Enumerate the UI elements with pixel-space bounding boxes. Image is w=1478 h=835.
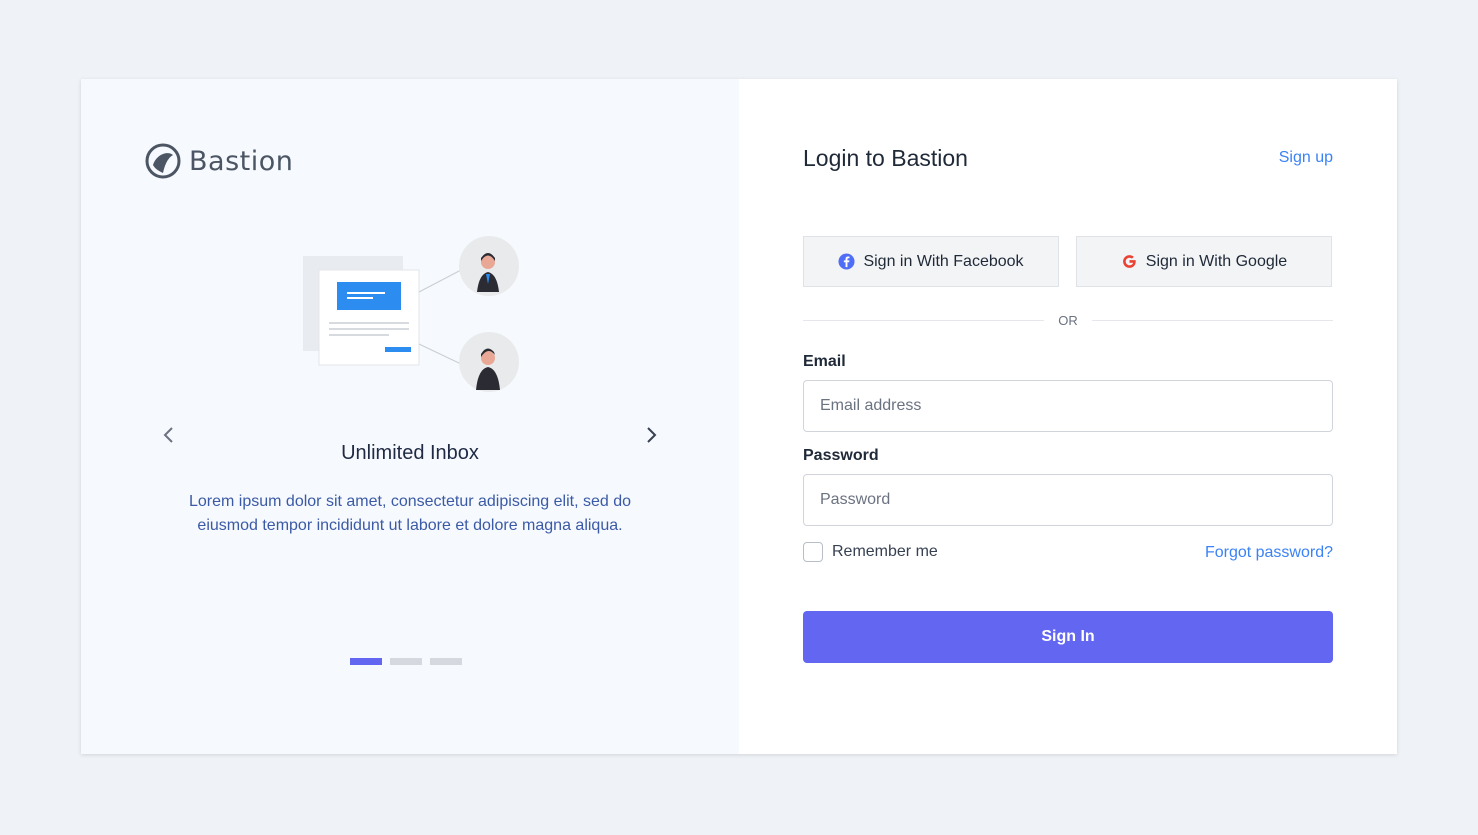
slide-description: Lorem ipsum dolor sit amet, consectetur … — [189, 493, 631, 534]
login-panel: Login to Bastion Sign up Sign in With Fa… — [739, 79, 1397, 754]
forgot-password-link[interactable]: Forgot password? — [1205, 544, 1333, 562]
page-title: Login to Bastion — [803, 145, 968, 171]
carousel-dot-3[interactable] — [430, 658, 462, 665]
signin-button[interactable]: Sign In — [803, 611, 1333, 663]
brand-name: Bastion — [189, 145, 294, 177]
globe-logo-icon — [145, 143, 181, 179]
or-label: OR — [1058, 313, 1078, 328]
signup-link[interactable]: Sign up — [1279, 149, 1333, 167]
facebook-signin-label: Sign in With Facebook — [863, 252, 1024, 270]
email-label: Email — [803, 353, 846, 370]
brand-logo[interactable]: Bastion — [145, 143, 293, 179]
remember-checkbox[interactable] — [803, 542, 823, 562]
or-divider: OR — [803, 313, 1333, 328]
login-card: Bastion Unlimited Inbox Lorem ipsum dolo… — [81, 79, 1397, 754]
google-icon — [1122, 255, 1136, 268]
facebook-icon — [838, 253, 855, 270]
carousel-indicators — [350, 658, 462, 665]
google-signin-button[interactable]: Sign in With Google — [1076, 236, 1332, 287]
google-signin-label: Sign in With Google — [1145, 252, 1288, 270]
divider-line — [803, 320, 1045, 321]
carousel-dot-2[interactable] — [390, 658, 422, 665]
password-field[interactable] — [803, 474, 1333, 526]
remember-me[interactable]: Remember me — [803, 542, 938, 562]
promo-panel: Bastion Unlimited Inbox Lorem ipsum dolo… — [81, 79, 739, 754]
inbox-illustration — [303, 236, 519, 392]
password-label: Password — [803, 447, 879, 464]
carousel-dot-1[interactable] — [350, 658, 382, 665]
divider-line — [1091, 320, 1333, 321]
remember-label: Remember me — [832, 543, 938, 560]
facebook-signin-button[interactable]: Sign in With Facebook — [803, 236, 1059, 287]
slide-title: Unlimited Inbox — [341, 442, 479, 464]
email-field[interactable] — [803, 380, 1333, 432]
